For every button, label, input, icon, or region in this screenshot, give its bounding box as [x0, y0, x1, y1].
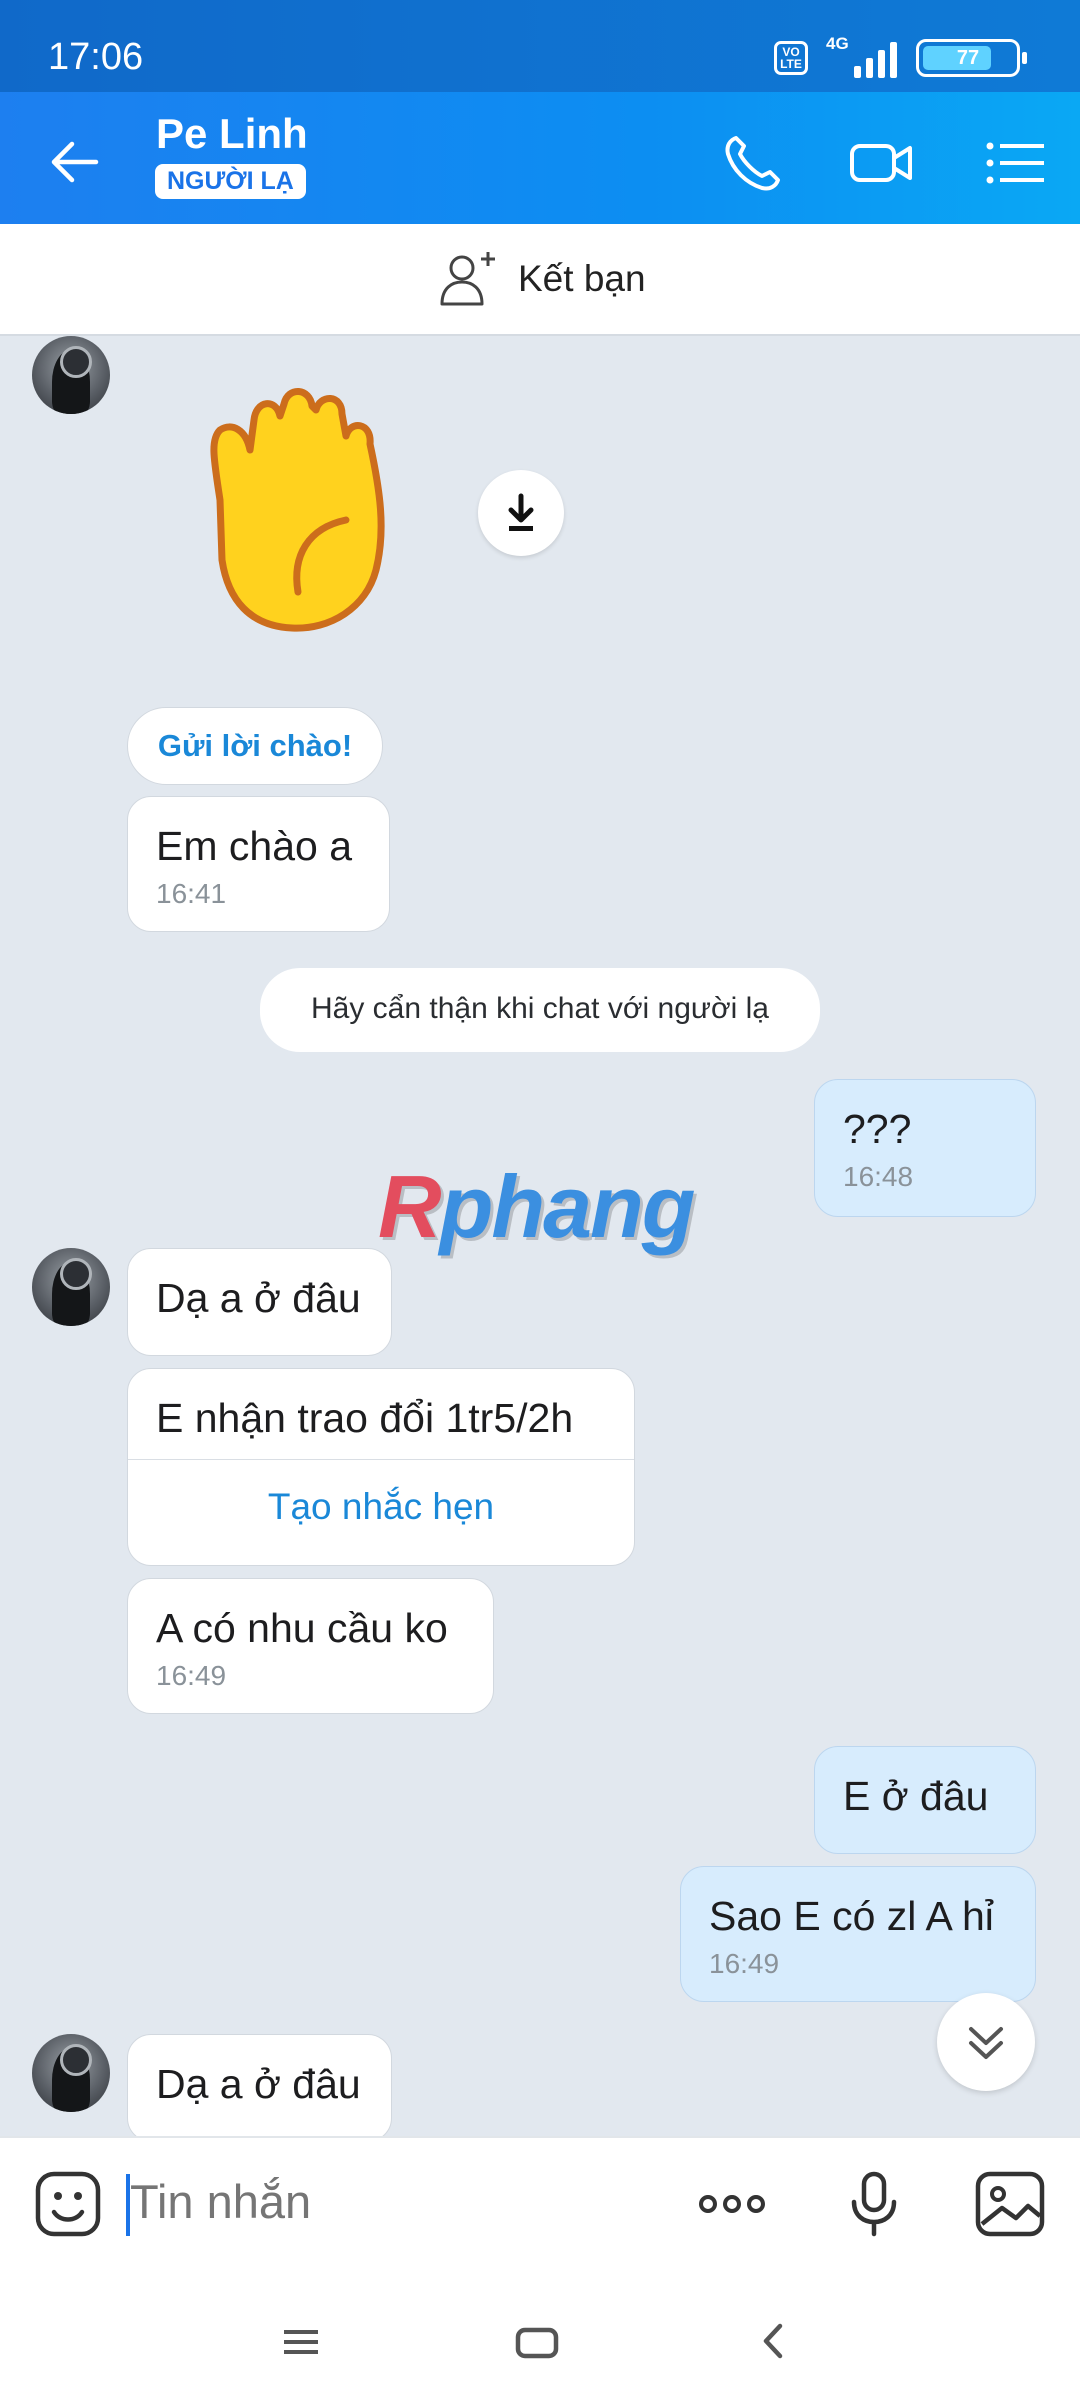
- add-friend-bar: Kết bạn: [0, 224, 1080, 336]
- scroll-to-bottom-button[interactable]: [937, 1993, 1035, 2091]
- contact-name[interactable]: Pe Linh: [156, 110, 308, 158]
- status-bar: 17:06 VO LTE 4G 77: [0, 0, 1080, 92]
- phone-call-icon[interactable]: [718, 128, 788, 198]
- stranger-warning: Hãy cẩn thận khi chat với người lạ: [260, 968, 820, 1052]
- back-nav-icon[interactable]: [738, 2306, 808, 2376]
- message-bubble[interactable]: Sao E có zl A hỉ 16:49: [680, 1866, 1036, 2002]
- message-time: 16:49: [156, 1660, 227, 1691]
- system-nav-bar: [0, 2286, 1080, 2400]
- message-time: 16:48: [843, 1161, 914, 1192]
- message-time: 16:49: [709, 1948, 780, 1979]
- home-icon[interactable]: [502, 2306, 572, 2376]
- message-bubble[interactable]: A có nhu cầu ko 16:49: [127, 1578, 494, 1714]
- volte-icon: VO LTE: [774, 41, 808, 75]
- emoji-sticker-icon[interactable]: [32, 2168, 104, 2240]
- send-greeting-button[interactable]: Gửi lời chào!: [127, 707, 383, 785]
- back-arrow-icon[interactable]: [44, 132, 104, 192]
- message-text: Dạ a ở đâu: [156, 2061, 361, 2107]
- stranger-warning-text: Hãy cẩn thận khi chat với người lạ: [311, 992, 769, 1025]
- network-type: 4G: [826, 34, 849, 53]
- recent-apps-icon[interactable]: [266, 2306, 336, 2376]
- stranger-badge: NGƯỜI LẠ: [155, 164, 306, 199]
- message-bubble[interactable]: Dạ a ở đâu: [127, 1248, 392, 1356]
- double-chevron-down-icon: [969, 2027, 1003, 2059]
- add-friend-label: Kết bạn: [518, 258, 646, 299]
- message-text: Sao E có zl A hỉ: [709, 1893, 994, 1939]
- message-bubble[interactable]: Em chào a 16:41: [127, 796, 390, 932]
- image-gallery-icon[interactable]: [974, 2168, 1046, 2240]
- message-time: 16:41: [156, 878, 227, 909]
- avatar[interactable]: [32, 2034, 110, 2112]
- avatar[interactable]: [32, 336, 110, 414]
- status-icons: VO LTE 4G 77: [774, 34, 1027, 80]
- add-friend-button[interactable]: Kết bạn: [438, 248, 646, 310]
- download-icon: [508, 493, 534, 531]
- more-options-icon[interactable]: [696, 2168, 768, 2240]
- avatar[interactable]: [32, 1248, 110, 1326]
- message-bubble[interactable]: Dạ a ở đâu: [127, 2034, 392, 2142]
- create-reminder-button[interactable]: Tạo nhắc hẹn: [128, 1459, 634, 1529]
- download-button[interactable]: [478, 470, 564, 556]
- add-friend-icon: [440, 252, 495, 306]
- message-bubble[interactable]: ??? 16:48: [814, 1079, 1036, 1217]
- message-text: Em chào a: [156, 823, 352, 869]
- video-call-icon[interactable]: [846, 128, 916, 198]
- message-bubble[interactable]: E nhận trao đổi 1tr5/2h Tạo nhắc hẹn: [127, 1368, 635, 1566]
- menu-list-icon[interactable]: [980, 128, 1050, 198]
- send-greeting-label: Gửi lời chào!: [157, 728, 353, 763]
- watermark-logo: Rphang: [378, 1157, 696, 1256]
- microphone-icon[interactable]: [838, 2168, 910, 2240]
- message-text: A có nhu cầu ko: [156, 1605, 448, 1651]
- status-time: 17:06: [48, 36, 144, 78]
- message-bubble[interactable]: E ở đâu: [814, 1746, 1036, 1854]
- raised-hand-emoji-sticker[interactable]: [180, 380, 420, 640]
- message-input[interactable]: [130, 2174, 650, 2229]
- message-text: ???: [843, 1106, 912, 1152]
- message-text: E nhận trao đổi 1tr5/2h: [156, 1395, 574, 1441]
- battery-icon: 77: [916, 39, 1027, 77]
- message-text: E ở đâu: [843, 1773, 989, 1819]
- signal-icon: 4G: [826, 34, 898, 78]
- message-text: Dạ a ở đâu: [156, 1275, 361, 1321]
- battery-level: 77: [956, 47, 980, 69]
